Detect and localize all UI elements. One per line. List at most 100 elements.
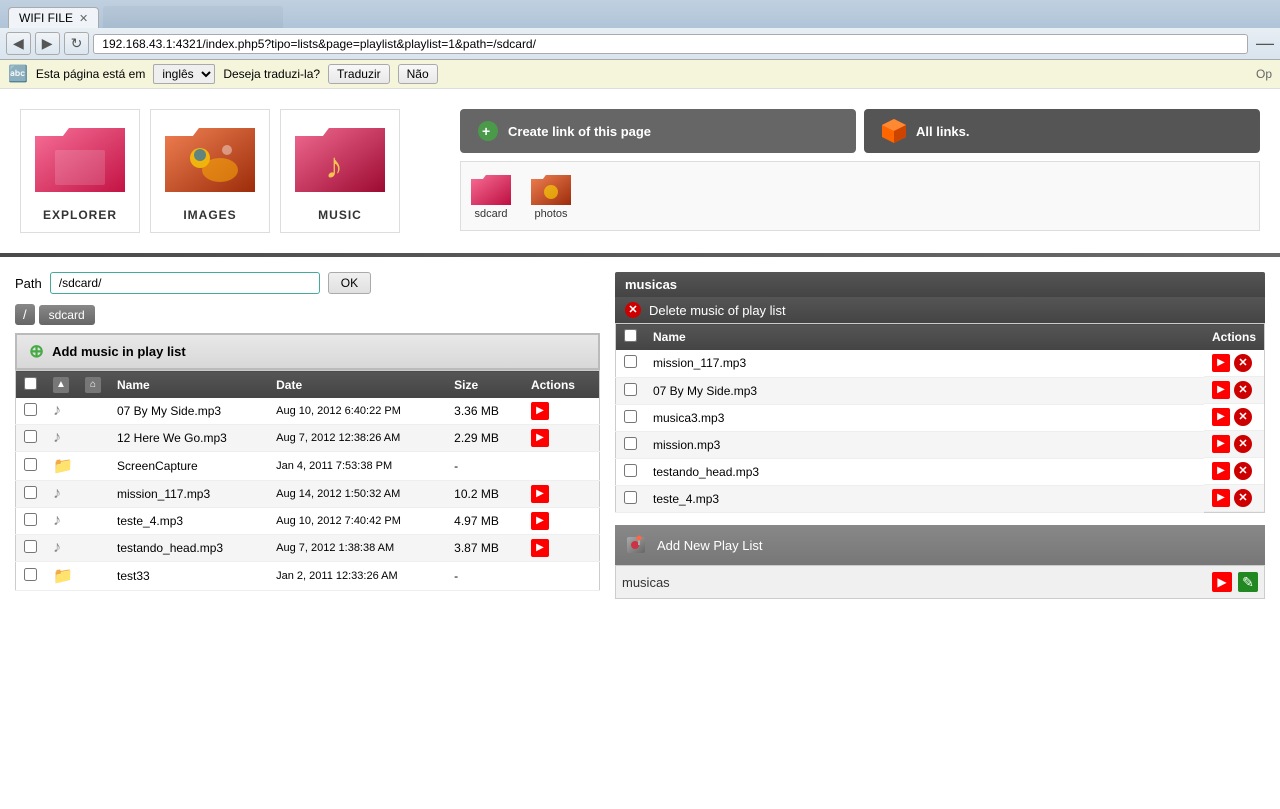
explorer-folder[interactable]: EXPLORER xyxy=(20,109,140,233)
breadcrumb-root[interactable]: / xyxy=(15,304,35,325)
pl-row-check-cell xyxy=(616,485,646,513)
breadcrumb: / sdcard xyxy=(15,304,600,325)
refresh-button[interactable]: ↻ xyxy=(64,32,90,55)
play-button[interactable]: ▶ xyxy=(531,485,549,503)
pl-col-actions: Actions xyxy=(1204,324,1265,351)
row-checkbox[interactable] xyxy=(24,513,37,526)
home-btn[interactable]: ⌂ xyxy=(85,377,101,393)
row-checkbox[interactable] xyxy=(24,458,37,471)
row-checkbox[interactable] xyxy=(24,486,37,499)
images-folder[interactable]: IMAGES xyxy=(150,109,270,233)
pl-delete-btn[interactable]: ✕ xyxy=(1234,489,1252,507)
pl-delete-btn[interactable]: ✕ xyxy=(1234,354,1252,372)
pl-row-checkbox[interactable] xyxy=(624,464,637,477)
playlist-row: mission_117.mp3 ▶ ✕ xyxy=(616,350,1265,377)
language-select[interactable]: inglês xyxy=(153,64,215,84)
pl-play-btn[interactable]: ▶ xyxy=(1212,381,1230,399)
table-row: 📁 ScreenCapture Jan 4, 2011 7:53:38 PM - xyxy=(16,452,600,481)
row-size: 2.29 MB xyxy=(446,425,523,452)
row-name: testando_head.mp3 xyxy=(109,535,268,562)
breadcrumb-sdcard[interactable]: sdcard xyxy=(39,305,95,325)
row-name: teste_4.mp3 xyxy=(109,508,268,535)
pl-play-btn[interactable]: ▶ xyxy=(1212,489,1230,507)
no-translate-button[interactable]: Não xyxy=(398,64,438,84)
music-folder[interactable]: ♪ MUSIC xyxy=(280,109,400,233)
file-manager: Path OK / sdcard ⊕ Add music in play lis… xyxy=(0,257,1280,614)
delete-x-icon: ✕ xyxy=(625,302,641,318)
pl-row-checkbox[interactable] xyxy=(624,383,637,396)
photos-label: photos xyxy=(534,208,567,220)
pl-delete-btn[interactable]: ✕ xyxy=(1234,381,1252,399)
links-buttons: + Create link of this page All links. xyxy=(460,109,1260,153)
pl-row-checkbox[interactable] xyxy=(624,491,637,504)
playlist-add-btn[interactable]: ✎ xyxy=(1238,572,1258,592)
row-check-cell xyxy=(16,425,46,452)
sdcard-icon xyxy=(471,172,511,208)
pl-row-name: mission.mp3 xyxy=(645,431,1204,458)
path-input[interactable] xyxy=(50,272,320,294)
browser-tab[interactable]: WIFI FILE ✕ xyxy=(8,7,99,28)
row-actions: ▶ xyxy=(523,398,600,425)
playlist-play-btn[interactable]: ▶ xyxy=(1212,572,1232,592)
pl-play-btn[interactable]: ▶ xyxy=(1212,354,1230,372)
col-size: Size xyxy=(446,371,523,399)
create-link-label: Create link of this page xyxy=(508,124,651,139)
path-ok-button[interactable]: OK xyxy=(328,272,371,294)
row-date: Aug 10, 2012 7:40:42 PM xyxy=(268,508,446,535)
table-row: ♪ teste_4.mp3 Aug 10, 2012 7:40:42 PM 4.… xyxy=(16,508,600,535)
pl-delete-btn[interactable]: ✕ xyxy=(1234,462,1252,480)
pl-delete-btn[interactable]: ✕ xyxy=(1234,408,1252,426)
top-section: EXPLORER xyxy=(0,89,1280,253)
pl-col-check xyxy=(616,324,646,351)
row-check-cell xyxy=(16,481,46,508)
playlist-table: Name Actions mission_117.mp3 ▶ ✕ 07 By M… xyxy=(615,323,1265,513)
row-checkbox[interactable] xyxy=(24,540,37,553)
translate-text: Esta página está em xyxy=(36,67,145,81)
play-button[interactable]: ▶ xyxy=(531,512,549,530)
sort-up-btn[interactable]: ▲ xyxy=(53,377,69,393)
add-music-bar[interactable]: ⊕ Add music in play list xyxy=(15,333,600,370)
shortcut-sdcard[interactable]: sdcard xyxy=(471,172,511,220)
select-all-checkbox[interactable] xyxy=(24,377,37,390)
create-link-button[interactable]: + Create link of this page xyxy=(460,109,856,153)
table-row: ♪ 12 Here We Go.mp3 Aug 7, 2012 12:38:26… xyxy=(16,425,600,452)
shortcut-photos[interactable]: photos xyxy=(531,172,571,220)
row-checkbox[interactable] xyxy=(24,430,37,443)
table-row: ♪ 07 By My Side.mp3 Aug 10, 2012 6:40:22… xyxy=(16,398,600,425)
new-playlist-title: Add New Play List xyxy=(657,538,763,553)
file-browser: Path OK / sdcard ⊕ Add music in play lis… xyxy=(15,272,600,599)
row-checkbox[interactable] xyxy=(24,403,37,416)
pl-select-all[interactable] xyxy=(624,329,637,342)
pl-row-checkbox[interactable] xyxy=(624,355,637,368)
pl-row-check-cell xyxy=(616,431,646,458)
row-actions xyxy=(523,562,600,591)
pl-play-btn[interactable]: ▶ xyxy=(1212,408,1230,426)
pl-row-checkbox[interactable] xyxy=(624,410,637,423)
images-label: IMAGES xyxy=(161,208,259,222)
music-file-icon: ♪ xyxy=(53,512,61,529)
explorer-folder-img xyxy=(35,120,125,200)
translate-button[interactable]: Traduzir xyxy=(328,64,390,84)
delete-music-bar[interactable]: ✕ Delete music of play list xyxy=(615,297,1265,323)
folder-icon: 📁 xyxy=(53,458,73,475)
back-button[interactable]: ◀ xyxy=(6,32,31,55)
row-actions xyxy=(523,452,600,481)
tab-close-btn[interactable]: ✕ xyxy=(79,12,88,25)
play-button[interactable]: ▶ xyxy=(531,429,549,447)
play-button[interactable]: ▶ xyxy=(531,402,549,420)
col-home: ⌂ xyxy=(77,371,109,399)
pl-row-name: musica3.mp3 xyxy=(645,404,1204,431)
row-name: 12 Here We Go.mp3 xyxy=(109,425,268,452)
forward-button[interactable]: ▶ xyxy=(35,32,60,55)
pl-play-btn[interactable]: ▶ xyxy=(1212,435,1230,453)
col-date: Date xyxy=(268,371,446,399)
pl-delete-btn[interactable]: ✕ xyxy=(1234,435,1252,453)
pl-play-btn[interactable]: ▶ xyxy=(1212,462,1230,480)
row-checkbox[interactable] xyxy=(24,568,37,581)
all-links-button[interactable]: All links. xyxy=(864,109,1260,153)
play-button[interactable]: ▶ xyxy=(531,539,549,557)
url-bar[interactable] xyxy=(93,34,1248,54)
pl-row-check-cell xyxy=(616,377,646,404)
pl-row-checkbox[interactable] xyxy=(624,437,637,450)
all-links-label: All links. xyxy=(916,124,969,139)
